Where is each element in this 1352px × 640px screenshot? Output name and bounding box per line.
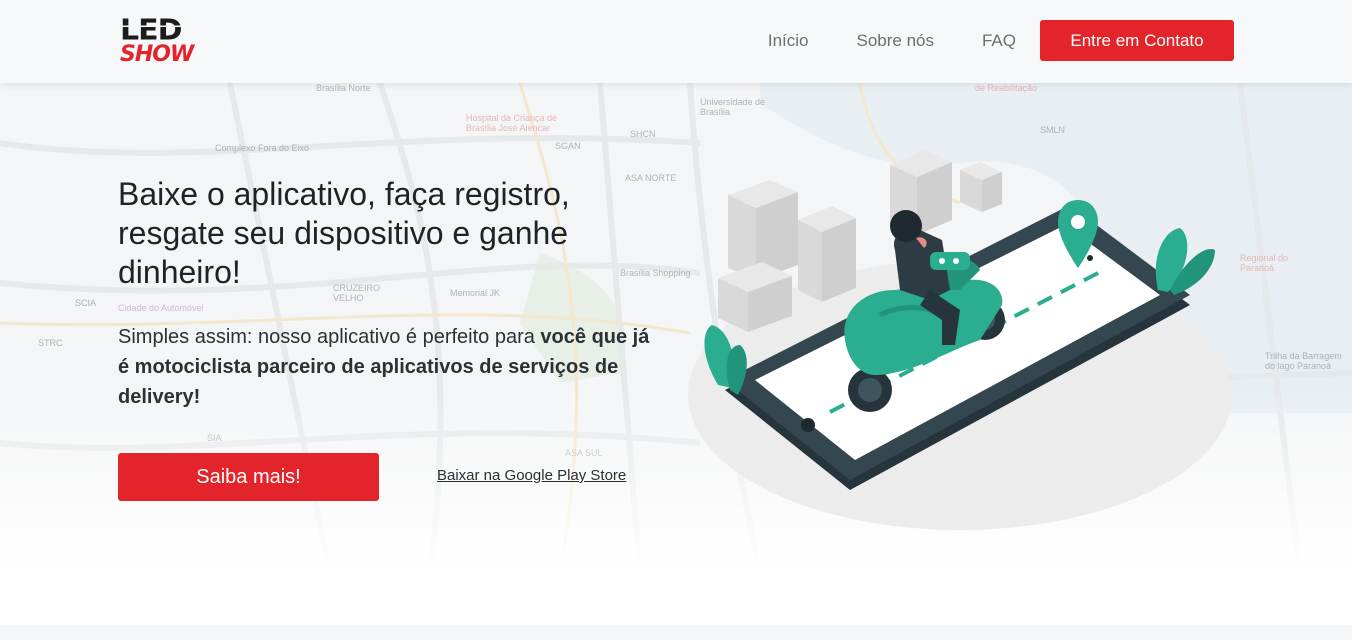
map-label: Universidade de Brasília: [700, 97, 766, 117]
hero-title: Baixe o aplicativo, faça registro, resga…: [118, 176, 570, 290]
map-label: SMLN: [1040, 125, 1066, 135]
plant-leaf-icon: [1155, 228, 1215, 295]
map-label: Regional do Paranoá: [1240, 253, 1289, 273]
site-header: LED SHOW Início Sobre nós FAQ Entre em C…: [0, 0, 1352, 83]
contact-button[interactable]: Entre em Contato: [1040, 20, 1234, 61]
map-label: Trilha da Barragem do lago Paranoá: [1265, 351, 1342, 371]
logo-show-text: SHOW: [120, 42, 194, 67]
logo-led-text: LED: [120, 13, 183, 48]
nav-link-faq[interactable]: FAQ: [982, 31, 1016, 51]
map-label: Hospital da Criança de Brasília José Ale…: [466, 113, 558, 133]
hero-description: Simples assim: nosso aplicativo é perfei…: [118, 322, 658, 412]
map-label: Cidade do Automóvel: [118, 303, 204, 313]
hero-description-regular: Simples assim: nosso aplicativo é perfei…: [118, 326, 541, 348]
map-label: Brasília Norte: [316, 83, 371, 93]
map-label: SGAN: [555, 141, 581, 151]
delivery-illustration: [688, 150, 1232, 530]
map-label: SCIA: [75, 298, 97, 308]
map-label: Complexo Fora do Eixo: [215, 143, 310, 153]
map-label: STRC: [38, 338, 63, 348]
next-section-strip: [0, 625, 1352, 640]
nav-link-sobre-nos[interactable]: Sobre nós: [856, 31, 934, 51]
google-play-store-link[interactable]: Baixar na Google Play Store: [437, 467, 626, 484]
learn-more-button[interactable]: Saiba mais!: [118, 453, 379, 501]
led-show-logo[interactable]: LED SHOW: [120, 16, 216, 68]
map-label: SHCN: [630, 129, 656, 139]
nav-link-inicio[interactable]: Início: [768, 31, 809, 51]
map-label: de Reabilitação: [975, 83, 1038, 93]
main-nav: Início Sobre nós FAQ Entre em Contato: [768, 20, 1234, 61]
map-label: ASA SUL: [565, 448, 603, 458]
map-label: SIA: [207, 433, 222, 443]
